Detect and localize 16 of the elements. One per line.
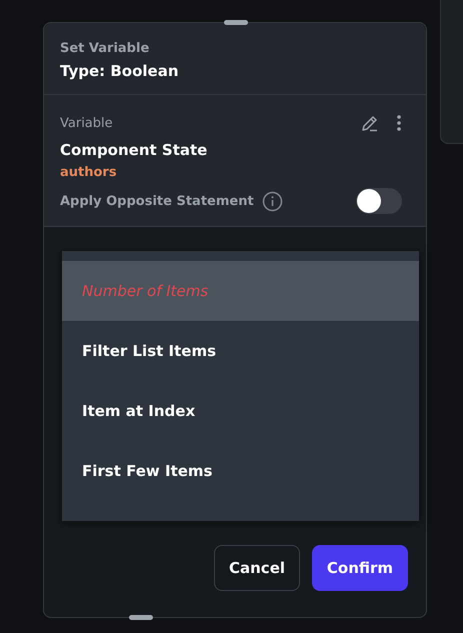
variable-field: authors bbox=[60, 165, 410, 180]
variable-label: Variable bbox=[60, 116, 113, 130]
toggle-switch[interactable] bbox=[356, 188, 402, 214]
menu-item[interactable]: First Few Items bbox=[62, 441, 419, 501]
section-title: Type: Boolean bbox=[60, 62, 180, 80]
cancel-button[interactable]: Cancel bbox=[214, 545, 300, 591]
info-icon[interactable] bbox=[262, 190, 283, 212]
menu-item[interactable]: Item at Index bbox=[62, 381, 419, 441]
section-subtitle: Set Variable bbox=[60, 41, 150, 56]
confirm-button[interactable]: Confirm bbox=[312, 545, 408, 591]
drag-handle[interactable] bbox=[224, 20, 248, 25]
menu-item[interactable]: Filter List Items bbox=[62, 321, 419, 381]
drag-handle[interactable] bbox=[129, 615, 153, 620]
option-label: Apply Opposite Statement bbox=[60, 194, 254, 208]
more-icon[interactable] bbox=[396, 114, 402, 132]
variable-name: Component State bbox=[60, 141, 208, 159]
